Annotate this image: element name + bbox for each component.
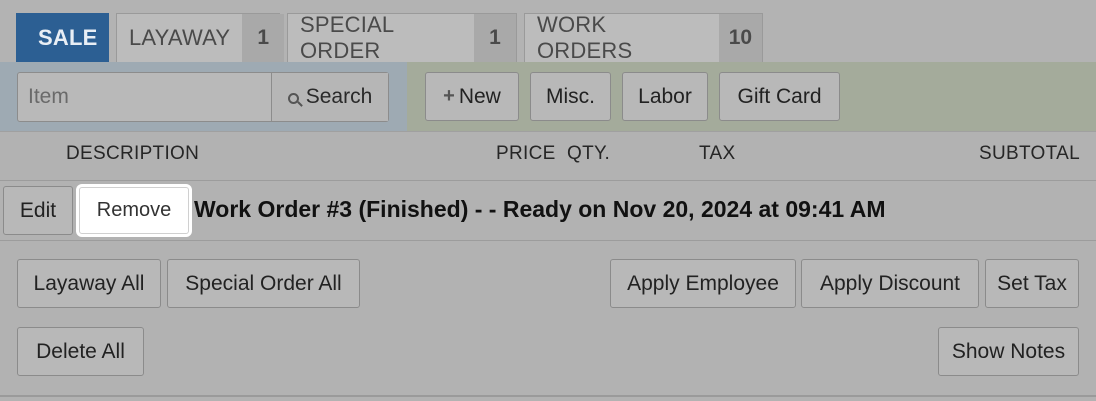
tab-work-orders-label: WORK ORDERS [537,12,633,63]
search-box: Search [17,72,389,122]
tab-layaway-count: 1 [242,14,285,62]
delete-all-label: Delete All [36,339,125,363]
column-price: PRICE [496,143,556,164]
tab-special-order[interactable]: SPECIAL ORDER 1 [287,12,517,63]
line-item-description: Work Order #3 (Finished) - - Ready on No… [194,196,886,222]
remove-button-label: Remove [96,199,172,221]
tab-work-orders-count: 10 [718,14,762,62]
special-order-all-button[interactable]: Special Order All [167,259,360,308]
apply-employee-button[interactable]: Apply Employee [610,259,796,308]
column-description: DESCRIPTION [66,143,200,164]
tab-layaway[interactable]: LAYAWAY 1 [116,13,285,62]
add-item-panel: + New Misc. Labor Gift Card [407,62,1096,131]
special-order-all-label: Special Order All [185,271,342,295]
apply-discount-button[interactable]: Apply Discount [801,259,979,308]
column-tax: TAX [699,143,736,164]
layaway-all-label: Layaway All [33,271,145,295]
show-notes-label: Show Notes [951,339,1066,363]
item-search-input[interactable] [18,73,271,121]
labor-button[interactable]: Labor [622,72,708,121]
tab-special-order-label: SPECIAL ORDER [300,12,394,63]
apply-employee-label: Apply Employee [627,271,779,295]
tab-sale-label: SALE [38,25,98,50]
search-panel: Search [0,62,407,131]
new-button[interactable]: + New [425,72,519,121]
column-qty: QTY. [567,143,611,164]
remove-button[interactable]: Remove [79,187,189,234]
set-tax-button[interactable]: Set Tax [985,259,1079,308]
search-button[interactable]: Search [271,73,388,121]
tab-work-orders[interactable]: WORK ORDERS 10 [524,12,763,63]
divider [0,395,1096,397]
misc-button-label: Misc. [546,84,595,108]
delete-all-button[interactable]: Delete All [17,327,144,376]
tab-layaway-label: LAYAWAY [129,25,231,50]
labor-button-label: Labor [638,84,692,108]
set-tax-label: Set Tax [997,271,1067,295]
gift-card-button-label: Gift Card [737,84,822,108]
layaway-all-button[interactable]: Layaway All [17,259,161,308]
line-items-header: DESCRIPTION PRICE QTY. TAX SUBTOTAL [0,131,1096,181]
plus-icon: + [443,85,455,107]
edit-button-label: Edit [19,198,57,222]
column-subtotal: SUBTOTAL [979,143,1080,164]
new-button-label: New [458,84,501,108]
tab-sale[interactable]: SALE [16,13,109,62]
search-icon [287,92,299,104]
misc-button[interactable]: Misc. [530,72,611,121]
apply-discount-label: Apply Discount [819,271,961,295]
edit-button[interactable]: Edit [3,186,73,235]
tab-special-order-count: 1 [474,14,516,62]
register-tabs: SALE LAYAWAY 1 SPECIAL ORDER 1 WORK ORDE… [0,0,1096,63]
line-item-row: Edit Remove Work Order #3 (Finished) - -… [0,181,1096,241]
gift-card-button[interactable]: Gift Card [719,72,840,121]
show-notes-button[interactable]: Show Notes [938,327,1079,376]
search-button-label: Search [305,85,373,108]
